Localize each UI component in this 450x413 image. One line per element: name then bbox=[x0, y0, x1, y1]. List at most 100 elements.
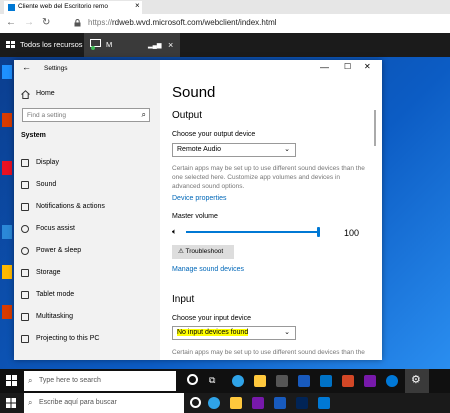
sidebar-item-display[interactable]: Display bbox=[14, 152, 160, 174]
desktop-shortcut-icon[interactable] bbox=[2, 225, 12, 239]
find-setting-input[interactable]: Find a setting ⌕ bbox=[22, 108, 150, 122]
browser-tab-title: Cliente web del Escritorio remo bbox=[18, 3, 108, 10]
word-icon[interactable] bbox=[274, 397, 286, 409]
sidebar-item-label: Tablet mode bbox=[36, 291, 75, 298]
remote-desktop-bar: Todos los recursos M ▂▄▆ × bbox=[0, 33, 450, 57]
powershell-icon[interactable] bbox=[296, 397, 308, 409]
lock-icon bbox=[74, 19, 81, 27]
sidebar-item-label: Power & sleep bbox=[36, 247, 82, 254]
display-icon bbox=[21, 159, 29, 167]
refresh-icon[interactable]: ↻ bbox=[42, 17, 50, 28]
sound-icon bbox=[21, 181, 29, 189]
device-properties-link[interactable]: Device properties bbox=[172, 195, 226, 202]
search-icon: ⌕ bbox=[28, 376, 33, 385]
tablet-icon bbox=[21, 291, 29, 299]
edge-icon[interactable] bbox=[232, 375, 244, 387]
projecting-icon bbox=[21, 335, 29, 343]
back-icon[interactable]: ← bbox=[22, 62, 31, 72]
all-resources-icon bbox=[6, 41, 15, 49]
sidebar-item-notifications[interactable]: Notifications & actions bbox=[14, 196, 160, 218]
url-host: rdweb.wvd.microsoft.com/webclient/index.… bbox=[112, 18, 277, 27]
speaker-icon: 🔈︎ bbox=[172, 227, 177, 236]
find-setting-placeholder: Find a setting bbox=[27, 112, 67, 119]
close-icon[interactable]: ✕ bbox=[364, 62, 371, 71]
window-title: Settings bbox=[44, 65, 68, 72]
sidebar-item-sound[interactable]: Sound bbox=[14, 174, 160, 196]
sidebar-item-multitasking[interactable]: Multitasking bbox=[14, 306, 160, 328]
cortana-icon[interactable] bbox=[187, 374, 198, 385]
input-device-value: No input devices found bbox=[177, 329, 249, 336]
back-icon[interactable]: ← bbox=[6, 17, 16, 28]
chevron-down-icon: ⌄ bbox=[284, 146, 290, 153]
volume-slider-fill bbox=[186, 231, 320, 233]
troubleshoot-button[interactable]: ⚠ Troubleshoot bbox=[172, 245, 234, 259]
volume-slider-thumb[interactable] bbox=[317, 227, 320, 237]
desktop-shortcut-icon[interactable] bbox=[2, 113, 12, 127]
volume-slider[interactable] bbox=[186, 227, 320, 237]
search-icon: ⌕ bbox=[28, 398, 33, 407]
edge-icon[interactable] bbox=[208, 397, 220, 409]
ie-icon[interactable] bbox=[386, 375, 398, 387]
desktop-shortcut-icon[interactable] bbox=[2, 65, 12, 79]
maximize-icon[interactable]: ☐ bbox=[344, 62, 351, 71]
sidebar-item-power[interactable]: Power & sleep bbox=[14, 240, 160, 262]
onenote-icon[interactable] bbox=[252, 397, 264, 409]
content-scrollbar[interactable] bbox=[374, 110, 376, 146]
sidebar-item-focus-assist[interactable]: Focus assist bbox=[14, 218, 160, 240]
url-text[interactable]: https://rdweb.wvd.microsoft.com/webclien… bbox=[88, 18, 277, 27]
settings-taskbar-button[interactable]: ⚙ bbox=[405, 369, 429, 393]
manage-sound-devices-link[interactable]: Manage sound devices bbox=[172, 266, 244, 273]
sidebar-item-label: Sound bbox=[36, 181, 57, 188]
sidebar-item-projecting[interactable]: Projecting to this PC bbox=[14, 328, 160, 350]
windows-start-icon[interactable] bbox=[6, 375, 17, 386]
home-icon bbox=[21, 90, 30, 99]
output-device-value: Remote Audio bbox=[177, 146, 221, 153]
power-icon bbox=[21, 247, 29, 255]
sidebar-item-storage[interactable]: Storage bbox=[14, 262, 160, 284]
taskbar-search-box[interactable]: ⌕ Type here to search bbox=[24, 371, 176, 391]
session-label: M bbox=[106, 40, 113, 49]
remote-desktop-icon[interactable] bbox=[318, 397, 330, 409]
local-search-placeholder: Escribe aquí para buscar bbox=[39, 399, 117, 406]
powerpoint-icon[interactable] bbox=[342, 375, 354, 387]
taskbar-search-placeholder: Type here to search bbox=[39, 377, 101, 384]
section-label: System bbox=[21, 132, 46, 139]
home-link[interactable]: Home bbox=[36, 90, 55, 97]
browser-tab-bar: Cliente web del Escritorio remo × bbox=[0, 0, 450, 14]
input-device-label: Choose your input device bbox=[172, 315, 251, 322]
file-explorer-icon[interactable] bbox=[254, 375, 266, 387]
session-close-icon[interactable]: × bbox=[168, 33, 173, 57]
all-resources-tab[interactable]: Todos los recursos bbox=[20, 33, 83, 57]
signal-icon: ▂▄▆ bbox=[148, 43, 162, 49]
store-icon[interactable] bbox=[276, 375, 288, 387]
gear-icon: ⚙ bbox=[411, 374, 421, 386]
session-tab[interactable]: M ▂▄▆ × bbox=[84, 33, 180, 57]
sidebar-item-label: Multitasking bbox=[36, 313, 73, 320]
desktop-shortcut-icon[interactable] bbox=[2, 265, 12, 279]
troubleshoot-label: Troubleshoot bbox=[185, 248, 224, 255]
browser-tab[interactable]: Cliente web del Escritorio remo bbox=[4, 1, 142, 14]
task-view-icon[interactable]: ⧉ bbox=[209, 375, 215, 386]
onenote-icon[interactable] bbox=[364, 375, 376, 387]
input-device-select[interactable]: No input devices found ⌄ bbox=[172, 326, 296, 340]
session-monitor-icon bbox=[90, 39, 102, 50]
search-icon: ⌕ bbox=[141, 110, 146, 119]
local-search-box[interactable]: ⌕ Escribe aquí para buscar bbox=[24, 393, 184, 413]
minimize-icon[interactable]: — bbox=[320, 62, 329, 72]
output-device-select[interactable]: Remote Audio ⌄ bbox=[172, 143, 296, 157]
word-icon[interactable] bbox=[298, 375, 310, 387]
file-explorer-icon[interactable] bbox=[230, 397, 242, 409]
desktop-shortcut-icon[interactable] bbox=[2, 161, 12, 175]
output-device-label: Choose your output device bbox=[172, 131, 256, 138]
windows-start-icon[interactable] bbox=[6, 398, 16, 408]
tab-close-icon[interactable]: × bbox=[135, 1, 140, 10]
sidebar-item-tablet-mode[interactable]: Tablet mode bbox=[14, 284, 160, 306]
forward-icon[interactable]: → bbox=[24, 17, 34, 28]
sidebar-item-label: Display bbox=[36, 159, 59, 166]
outlook-icon[interactable] bbox=[320, 375, 332, 387]
sidebar-item-label: Storage bbox=[36, 269, 61, 276]
output-note: Certain apps may be set up to use differ… bbox=[172, 165, 365, 190]
desktop-shortcut-icon[interactable] bbox=[2, 305, 12, 319]
cortana-icon[interactable] bbox=[190, 397, 201, 408]
sidebar-item-label: Notifications & actions bbox=[36, 203, 105, 210]
